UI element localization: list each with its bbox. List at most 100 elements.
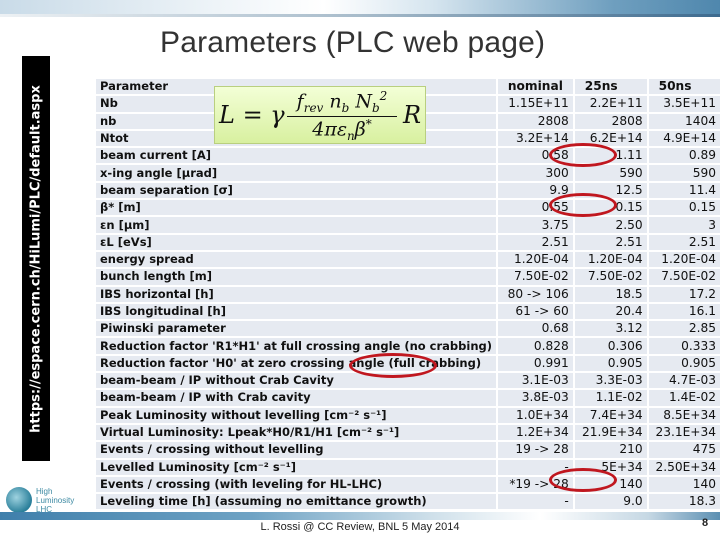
row-25ns: 2.51: [572, 234, 647, 250]
row-50ns: 7.50E-02: [646, 269, 720, 285]
row-nominal: 3.2E+14: [496, 130, 573, 147]
row-nominal: 61 -> 60: [496, 303, 573, 320]
row-25ns: 20.4: [572, 303, 647, 320]
table-row: εn [μm] 3.75 2.50 3: [96, 217, 720, 233]
row-nominal: 7.50E-02: [496, 269, 573, 285]
row-nominal: 0.828: [496, 338, 573, 354]
row-parameter: εn [μm]: [96, 217, 496, 233]
row-50ns: 0.15: [646, 200, 720, 216]
row-50ns: 0.333: [646, 338, 720, 354]
highlight-ellipse-events-140: [549, 468, 617, 492]
row-25ns: 1.1E-02: [572, 390, 647, 406]
row-parameter: beam current [A]: [96, 148, 496, 164]
table-row: Events / crossing (with leveling for HL-…: [96, 476, 720, 493]
row-parameter: beam separation [σ]: [96, 182, 496, 199]
row-50ns: 0.905: [646, 355, 720, 372]
row-50ns: 17.2: [646, 286, 720, 302]
table-row: energy spread 1.20E-04 1.20E-04 1.20E-04: [96, 251, 720, 268]
table-row: Virtual Luminosity: Lpeak*H0/R1/H1 [cm⁻²…: [96, 424, 720, 441]
page-number: 8: [702, 517, 709, 529]
row-25ns: 590: [572, 165, 647, 181]
table-row: beam current [A] 0.58 1.11 0.89: [96, 148, 720, 164]
row-parameter: Virtual Luminosity: Lpeak*H0/R1/H1 [cm⁻²…: [96, 424, 496, 441]
row-50ns: 16.1: [646, 303, 720, 320]
row-parameter: Piwinski parameter: [96, 321, 496, 337]
highlight-ellipse-beam-current: [549, 143, 617, 167]
row-parameter: beam-beam / IP with Crab cavity: [96, 390, 496, 406]
row-nominal: 1.20E-04: [496, 251, 573, 268]
row-parameter: IBS longitudinal [h]: [96, 303, 496, 320]
row-nominal: 1.2E+34: [496, 424, 573, 441]
formula-lhs: L = γ: [219, 101, 285, 129]
row-25ns: 9.0: [572, 494, 647, 510]
row-50ns: 4.9E+14: [646, 130, 720, 147]
logo-text: High Luminosity LHC: [36, 487, 74, 514]
row-25ns: 2.50: [572, 217, 647, 233]
logo-line-2: Luminosity: [36, 496, 75, 505]
row-parameter: Leveling time [h] (assuming no emittance…: [96, 494, 496, 510]
row-parameter: Reduction factor 'R1*H1' at full crossin…: [96, 338, 496, 354]
row-25ns: 3.3E-03: [572, 373, 647, 389]
row-50ns: 140: [646, 476, 720, 493]
header-nominal: nominal: [496, 79, 573, 95]
table-row: Levelled Luminosity [cm⁻² s⁻¹] -5E+34 2.50…: [96, 459, 720, 475]
row-50ns: 2.50E+34: [646, 459, 720, 475]
table-row: bunch length [m] 7.50E-02 7.50E-02 7.50E-02: [96, 269, 720, 285]
row-25ns: 0.905: [572, 355, 647, 372]
row-parameter: Peak Luminosity without levelling [cm⁻² …: [96, 407, 496, 423]
table-row: Events / crossing without levelling 19 ->…: [96, 442, 720, 458]
row-50ns: 1.20E-04: [646, 251, 720, 268]
row-50ns: 3: [646, 217, 720, 233]
side-url-banner: https://espace.cern.ch/HiLumi/PLC/defaul…: [22, 56, 50, 461]
luminosity-formula: L = γ frev nb Nb2 4πεnβ* R: [214, 86, 426, 144]
side-url-text[interactable]: https://espace.cern.ch/HiLumi/PLC/defaul…: [29, 85, 44, 433]
row-nominal: 300: [496, 165, 573, 181]
row-25ns: 3.12: [572, 321, 647, 337]
row-50ns: 4.7E-03: [646, 373, 720, 389]
top-decorative-band: [0, 0, 720, 17]
row-50ns: 475: [646, 442, 720, 458]
header-50ns: 50ns: [646, 79, 720, 95]
row-parameter: Levelled Luminosity [cm⁻² s⁻¹]: [96, 459, 496, 475]
row-nominal: 3.75: [496, 217, 573, 233]
formula-fraction: frev nb Nb2 4πεnβ*: [287, 89, 397, 143]
row-parameter: bunch length [m]: [96, 269, 496, 285]
slide-title: Parameters (PLC web page): [160, 26, 546, 59]
row-parameter: εL [eVs]: [96, 234, 496, 250]
row-50ns: 23.1E+34: [646, 424, 720, 441]
table-row: Piwinski parameter 0.68 3.12 2.85: [96, 321, 720, 337]
row-nominal: 2.51: [496, 234, 573, 250]
row-nominal: 3.1E-03: [496, 373, 573, 389]
row-25ns: 7.50E-02: [572, 269, 647, 285]
table-row: IBS horizontal [h] 80 -> 106 18.5 17.2: [96, 286, 720, 302]
table-row: IBS longitudinal [h] 61 -> 60 20.4 16.1: [96, 303, 720, 320]
row-nominal: 1.0E+34: [496, 407, 573, 423]
formula-denominator: 4πεnβ*: [312, 117, 372, 144]
row-parameter: β* [m]: [96, 200, 496, 216]
row-25ns: 2808: [572, 113, 647, 129]
table-row: Leveling time [h] (assuming no emittance…: [96, 494, 720, 510]
highlight-ellipse-beta-star: [549, 193, 617, 217]
row-50ns: 3.5E+11: [646, 96, 720, 112]
row-parameter: Events / crossing (with leveling for HL-…: [96, 476, 496, 493]
row-parameter: energy spread: [96, 251, 496, 268]
row-25ns: 2.2E+11: [572, 96, 647, 112]
footer-text: L. Rossi @ CC Review, BNL 5 May 2014: [260, 521, 460, 533]
table-row: beam separation [σ] 9.9 12.5 11.4: [96, 182, 720, 199]
row-parameter: x-ing angle [μrad]: [96, 165, 496, 181]
table-body: Nb 1.15E+11 2.2E+11 3.5E+11 nb 2808 2808 1404 Nt…: [96, 96, 720, 510]
header-25ns: 25ns: [572, 79, 647, 95]
row-25ns: 18.5: [572, 286, 647, 302]
table-row: Reduction factor 'R1*H1' at full crossin…: [96, 338, 720, 354]
row-25ns: 7.4E+34: [572, 407, 647, 423]
row-parameter: IBS horizontal [h]: [96, 286, 496, 302]
logo-emblem-icon: [6, 487, 32, 513]
row-nominal: 1.15E+11: [496, 96, 573, 112]
row-nominal: 3.8E-03: [496, 390, 573, 406]
table-row: x-ing angle [μrad] 300 590 590: [96, 165, 720, 181]
table-row: εL [eVs] 2.51 2.51 2.51: [96, 234, 720, 250]
formula-rhs: R: [403, 101, 422, 129]
row-nominal: 0.991: [496, 355, 573, 372]
row-50ns: 590: [646, 165, 720, 181]
row-25ns: 210: [572, 442, 647, 458]
